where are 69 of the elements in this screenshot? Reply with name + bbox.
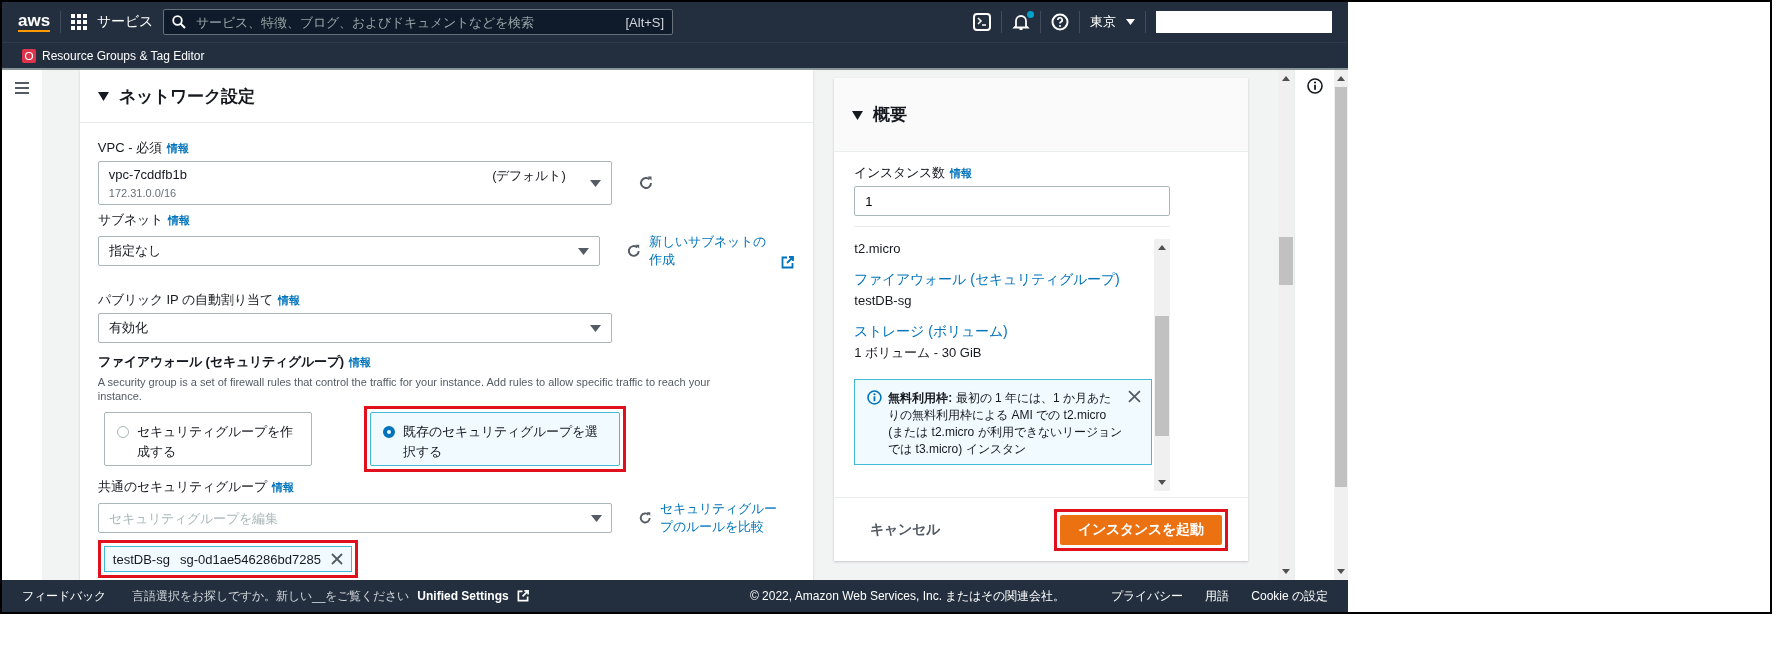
public-ip-select[interactable]: 有効化 (97, 313, 612, 343)
shortcut-hint: [Alt+S] (625, 14, 665, 30)
unified-settings-link[interactable]: Unified Settings (417, 589, 509, 603)
security-group-field[interactable]: セキュリティグループを編集 (97, 503, 612, 533)
refresh-icon[interactable] (625, 243, 642, 259)
field-label: 共通のセキュリティグループ (97, 478, 267, 496)
menu-icon[interactable] (15, 82, 29, 94)
collapse-triangle-icon[interactable] (852, 109, 864, 120)
cancel-button[interactable]: キャンセル (864, 519, 947, 540)
section-title: 概要 (873, 104, 908, 126)
caret-icon (577, 247, 589, 255)
info-link[interactable]: 情報 (167, 139, 190, 157)
info-link[interactable]: 情報 (278, 291, 301, 309)
field-label: サブネット (97, 211, 163, 229)
field-label: VPC - 必須 (97, 139, 163, 157)
terminal-icon[interactable] (973, 13, 991, 31)
grid-icon[interactable] (71, 14, 88, 30)
section-title: ネットワーク設定 (118, 85, 255, 108)
info-icon[interactable] (1306, 78, 1323, 94)
create-subnet-link[interactable]: 新しいサブネットの作成 (649, 233, 778, 269)
info-link[interactable]: 情報 (349, 353, 372, 371)
favorite-link[interactable]: Resource Groups & Tag Editor (42, 48, 205, 63)
info-icon (867, 390, 883, 405)
bell-icon[interactable] (1012, 13, 1030, 31)
token-name: testDB-sg (112, 551, 170, 567)
radio-option[interactable]: 既存のセキュリティグループを選択する (369, 412, 620, 466)
scrollbar[interactable] (1154, 239, 1171, 491)
footer-link[interactable]: 用語 (1205, 587, 1230, 605)
refresh-icon[interactable] (637, 510, 653, 526)
info-link[interactable]: 情報 (950, 164, 973, 182)
info-link[interactable]: 情報 (271, 478, 294, 496)
search-field[interactable]: サービス、特徴、ブログ、およびドキュメントなどを検索 [Alt+S] (163, 9, 674, 35)
services-menu[interactable]: サービス (97, 13, 154, 31)
instance-count-field[interactable]: 1 (854, 186, 1171, 216)
account-field[interactable] (1156, 11, 1332, 33)
summary-value: t2.micro (854, 240, 901, 258)
alert-text: 無料利用枠: 最初の 1 年には、1 か月あたりの無料利用枠による AMI での t2.micro (または t2.micro が利用できないリージョンでは t3.micro) インスタン (888, 390, 1123, 458)
language-notice: 言語選択をお探しですか。新しい__をご覧ください (132, 587, 410, 605)
compare-rules-link[interactable]: セキュリティグループのルールを比較 (660, 500, 789, 536)
caret-icon[interactable] (590, 515, 602, 522)
field-label: ファイアウォール (セキュリティグループ) (97, 353, 345, 371)
caret-icon (1126, 19, 1135, 25)
close-icon[interactable] (330, 553, 343, 565)
aws-logo[interactable]: aws (18, 12, 51, 32)
vpc-select[interactable]: vpc-7cddfb1b (デフォルト) 172.31.0.0/16 (97, 161, 612, 205)
footer-link[interactable]: Cookie の設定 (1251, 587, 1328, 605)
help-icon[interactable] (1051, 13, 1069, 31)
token-id: sg-0d1ae546286bd7285 (179, 551, 321, 567)
feedback-link[interactable]: フィードバック (22, 587, 106, 605)
refresh-icon[interactable] (637, 175, 654, 191)
subnet-select[interactable]: 指定なし (97, 236, 600, 266)
field-label: パブリック IP の自動割り当て (97, 291, 274, 309)
field-description: A security group is a set of firewall rules that control the traffic for your instance. Add rules to allow specific traffic to reach your instance. (97, 375, 712, 403)
close-icon[interactable] (1128, 390, 1142, 403)
info-link[interactable]: 情報 (167, 211, 190, 229)
summary-link[interactable]: ストレージ (ボリューム) (854, 321, 1008, 341)
search-icon (172, 15, 187, 29)
caret-icon (589, 324, 601, 332)
summary-value: testDB-sg (854, 292, 912, 310)
collapse-triangle-icon[interactable] (97, 91, 109, 101)
tag-editor-icon[interactable] (22, 48, 36, 63)
radio-option[interactable]: セキュリティグループを作成する (103, 412, 312, 466)
summary-value: 1 ボリューム - 30 GiB (854, 344, 982, 362)
region-menu[interactable]: 東京 (1090, 13, 1116, 31)
field-label: インスタンス数 (854, 164, 946, 182)
footer-link[interactable]: プライバシー (1111, 587, 1184, 605)
summary-link[interactable]: ファイアウォール (セキュリティグループ) (854, 269, 1120, 289)
caret-icon (589, 179, 601, 187)
copyright-text: © 2022, Amazon Web Services, Inc. またはその関連会社。 (749, 587, 1066, 605)
